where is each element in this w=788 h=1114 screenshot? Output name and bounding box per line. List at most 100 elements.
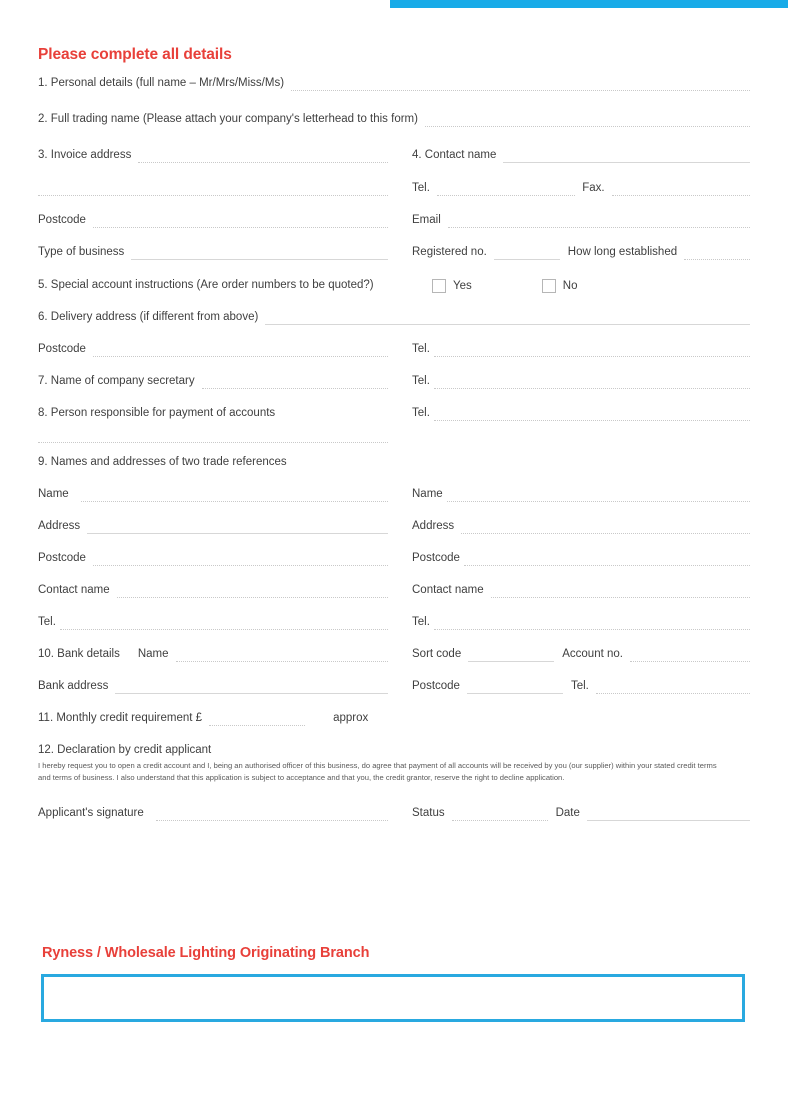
field-invoice-address[interactable]: 3. Invoice address — [38, 148, 412, 163]
row-reference-tels: Tel. Tel. — [0, 615, 788, 630]
reference1-postcode-label: Postcode — [38, 552, 86, 564]
personal-details-input[interactable] — [291, 79, 750, 91]
reference2-tel-input[interactable] — [433, 618, 750, 630]
row-person-responsible: 8. Person responsible for payment of acc… — [0, 406, 788, 421]
row-company-secretary: 7. Name of company secretary Tel. — [0, 374, 788, 389]
delivery-address-input[interactable] — [265, 313, 750, 325]
date-label: Date — [555, 807, 580, 819]
field-person-responsible-tel[interactable]: Tel. — [412, 406, 750, 421]
bank-tel-input[interactable] — [595, 682, 750, 694]
account-no-input[interactable] — [629, 650, 750, 662]
delivery-tel-input[interactable] — [433, 345, 750, 357]
date-input[interactable] — [586, 809, 750, 821]
field-email[interactable]: Email — [412, 213, 750, 228]
bank-address-input[interactable] — [115, 682, 388, 694]
top-accent-bar — [390, 0, 788, 8]
type-of-business-input[interactable] — [131, 248, 388, 260]
bank-postcode-input[interactable] — [466, 682, 563, 694]
personal-details-label: 1. Personal details (full name – Mr/Mrs/… — [38, 77, 285, 89]
field-reference1-address[interactable]: Address — [38, 519, 412, 534]
full-trading-name-input[interactable] — [424, 115, 750, 127]
contact-name-4-input[interactable] — [503, 151, 750, 163]
invoice-address-line2-input[interactable] — [38, 194, 388, 196]
divider-rule — [38, 441, 388, 443]
field-personal-details[interactable]: 1. Personal details (full name – Mr/Mrs/… — [38, 76, 750, 91]
checkbox-yes-icon[interactable] — [432, 278, 446, 293]
field-bank-postcode-tel[interactable]: Postcode Tel. — [412, 679, 750, 694]
reference2-contact-label: Contact name — [412, 584, 484, 596]
special-instructions-options: Yes No — [432, 278, 750, 293]
reference1-address-input[interactable] — [87, 522, 388, 534]
how-long-established-input[interactable] — [684, 248, 750, 260]
bank-tel-label: Tel. — [570, 680, 589, 692]
checkbox-no-icon[interactable] — [541, 278, 556, 293]
reference2-contact-input[interactable] — [490, 586, 750, 598]
field-reference2-address[interactable]: Address — [412, 519, 750, 534]
reference1-contact-input[interactable] — [116, 586, 388, 598]
monthly-credit-input[interactable] — [209, 714, 306, 726]
reference2-postcode-label: Postcode — [412, 552, 460, 564]
field-reference1-tel[interactable]: Tel. — [38, 615, 412, 630]
field-tel-fax[interactable]: Tel. Fax. — [412, 181, 750, 196]
sort-code-input[interactable] — [468, 650, 555, 662]
field-invoice-address-line2[interactable] — [38, 181, 412, 196]
company-secretary-tel-input[interactable] — [433, 377, 750, 389]
applicants-signature-input[interactable] — [155, 809, 388, 821]
row-reference-names: Name Name — [0, 487, 788, 502]
person-responsible-tel-input[interactable] — [433, 409, 750, 421]
field-contact-name-4[interactable]: 4. Contact name — [412, 148, 750, 163]
field-reference1-postcode[interactable]: Postcode — [38, 551, 412, 566]
field-trade-references-heading: 9. Names and addresses of two trade refe… — [38, 455, 750, 470]
field-delivery-address[interactable]: 6. Delivery address (if different from a… — [38, 310, 750, 325]
field-full-trading-name[interactable]: 2. Full trading name (Please attach your… — [38, 112, 750, 127]
field-status-date[interactable]: Status Date — [412, 806, 750, 821]
delivery-postcode-input[interactable] — [92, 345, 388, 357]
row-invoice-address-2-tel-fax: Tel. Fax. — [0, 181, 788, 196]
full-trading-name-label: 2. Full trading name (Please attach your… — [38, 113, 418, 125]
field-company-secretary-tel[interactable]: Tel. — [412, 374, 750, 389]
field-applicants-signature[interactable]: Applicant's signature — [38, 806, 412, 821]
field-bank-details[interactable]: 10. Bank details Name — [38, 647, 412, 662]
reference2-name-input[interactable] — [446, 490, 750, 502]
field-reference2-tel[interactable]: Tel. — [412, 615, 750, 630]
invoice-postcode-input[interactable] — [92, 216, 388, 228]
field-reference2-contact[interactable]: Contact name — [412, 583, 750, 598]
option-no[interactable]: No — [541, 278, 577, 293]
status-input[interactable] — [451, 809, 548, 821]
field-registered-established[interactable]: Registered no. How long established — [412, 245, 750, 260]
declaration-block: 12. Declaration by credit applicant I he… — [38, 744, 750, 783]
field-special-instructions: 5. Special account instructions (Are ord… — [38, 278, 432, 293]
row-special-instructions: 5. Special account instructions (Are ord… — [0, 278, 788, 293]
tel-input[interactable] — [436, 184, 576, 196]
branch-input-box[interactable] — [41, 974, 745, 1022]
field-bank-address[interactable]: Bank address — [38, 679, 412, 694]
option-yes[interactable]: Yes — [432, 278, 472, 293]
reference1-postcode-input[interactable] — [92, 554, 388, 566]
field-sortcode-account[interactable]: Sort code Account no. — [412, 647, 750, 662]
field-delivery-tel[interactable]: Tel. — [412, 342, 750, 357]
field-monthly-credit[interactable]: 11. Monthly credit requirement £ approx — [38, 711, 432, 726]
company-secretary-input[interactable] — [201, 377, 388, 389]
field-type-of-business[interactable]: Type of business — [38, 245, 412, 260]
row-monthly-credit: 11. Monthly credit requirement £ approx — [0, 711, 788, 726]
registered-no-input[interactable] — [493, 248, 560, 260]
reference1-tel-input[interactable] — [59, 618, 388, 630]
company-secretary-tel-label: Tel. — [412, 375, 430, 387]
delivery-postcode-label: Postcode — [38, 343, 86, 355]
reference2-postcode-input[interactable] — [463, 554, 750, 566]
field-delivery-postcode[interactable]: Postcode — [38, 342, 412, 357]
bank-name-input[interactable] — [175, 650, 388, 662]
applicants-signature-label: Applicant's signature — [38, 807, 144, 819]
invoice-address-input[interactable] — [138, 151, 388, 163]
email-input[interactable] — [447, 216, 750, 228]
field-reference1-name[interactable]: Name — [38, 487, 412, 502]
row-signature: Applicant's signature Status Date — [0, 806, 788, 821]
field-invoice-postcode[interactable]: Postcode — [38, 213, 412, 228]
field-company-secretary[interactable]: 7. Name of company secretary — [38, 374, 412, 389]
field-reference2-postcode[interactable]: Postcode — [412, 551, 750, 566]
reference2-address-input[interactable] — [461, 522, 750, 534]
reference1-name-input[interactable] — [80, 490, 388, 502]
field-reference1-contact[interactable]: Contact name — [38, 583, 412, 598]
field-reference2-name[interactable]: Name — [412, 487, 750, 502]
fax-input[interactable] — [611, 184, 750, 196]
